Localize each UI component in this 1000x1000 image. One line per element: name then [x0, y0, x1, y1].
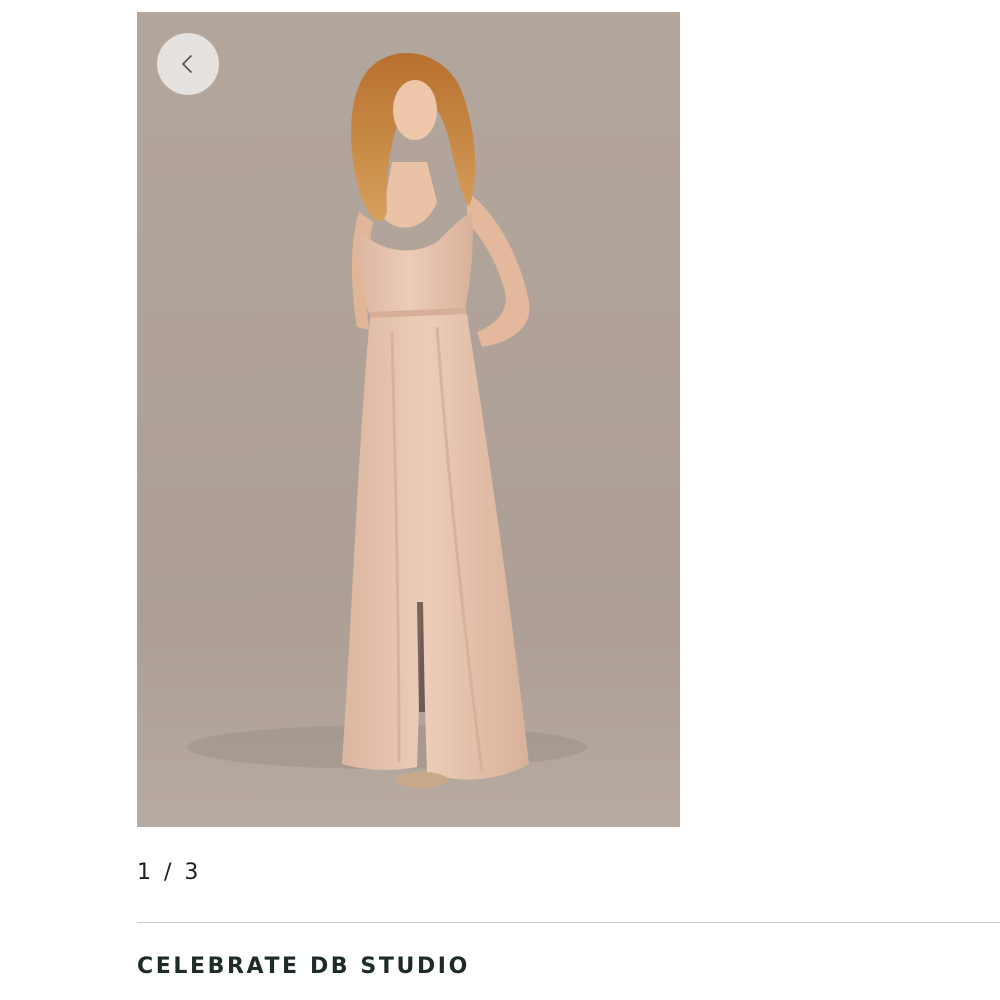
section-divider [137, 922, 1000, 923]
image-counter: 1 / 3 [137, 860, 201, 885]
previous-image-button[interactable] [157, 33, 219, 95]
product-page: 1 / 3 CELEBRATE DB STUDIO [0, 0, 1000, 1000]
image-counter-current: 1 [137, 860, 154, 885]
image-counter-separator: / [164, 860, 175, 885]
product-photo [137, 12, 680, 827]
image-counter-total: 3 [184, 860, 202, 885]
chevron-left-icon [182, 55, 192, 73]
product-image-gallery[interactable] [137, 12, 680, 827]
brand-name[interactable]: CELEBRATE DB STUDIO [137, 954, 470, 979]
